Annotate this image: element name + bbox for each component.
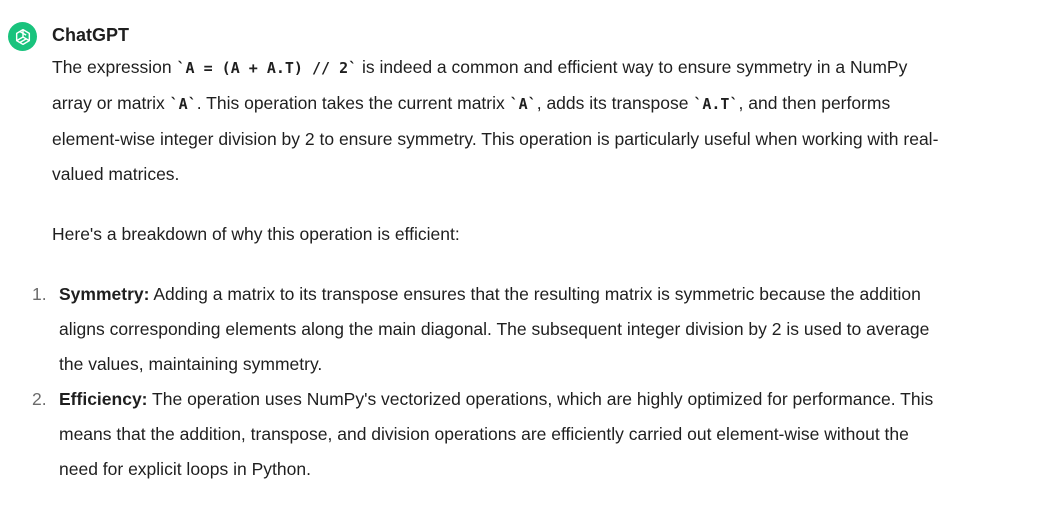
intro-paragraph: The expression `A = (A + A.T) // 2` is i… bbox=[52, 50, 952, 192]
list-number: 2. bbox=[32, 389, 47, 409]
list-item-text: Adding a matrix to its transpose ensures… bbox=[59, 284, 930, 374]
inline-code: `A` bbox=[169, 95, 197, 113]
inline-code: `A = (A + A.T) // 2` bbox=[176, 59, 358, 77]
list-item-text: The operation uses NumPy's vectorized op… bbox=[59, 389, 934, 479]
sender-name: ChatGPT bbox=[52, 25, 130, 45]
text-segment: . This operation takes the current matri… bbox=[196, 93, 510, 113]
list-number: 1. bbox=[32, 284, 47, 304]
text-segment: The expression bbox=[52, 57, 177, 77]
list-item-title: Efficiency: bbox=[59, 389, 148, 409]
openai-logo-icon bbox=[15, 28, 30, 45]
text-segment: , adds its transpose bbox=[536, 93, 694, 113]
chatgpt-avatar bbox=[8, 22, 37, 51]
inline-code: `A.T` bbox=[693, 95, 739, 113]
inline-code: `A` bbox=[509, 95, 537, 113]
list-item-title: Symmetry: bbox=[59, 284, 150, 304]
list-item: 1. Symmetry: Adding a matrix to its trans… bbox=[32, 277, 952, 382]
breakdown-paragraph: Here's a breakdown of why this operation… bbox=[52, 224, 460, 244]
list-item: 2. Efficiency: The operation uses NumPy's… bbox=[32, 382, 952, 487]
message-content: The expression `A = (A + A.T) // 2` is i… bbox=[32, 50, 952, 487]
ordered-list: 1. Symmetry: Adding a matrix to its trans… bbox=[32, 277, 952, 487]
